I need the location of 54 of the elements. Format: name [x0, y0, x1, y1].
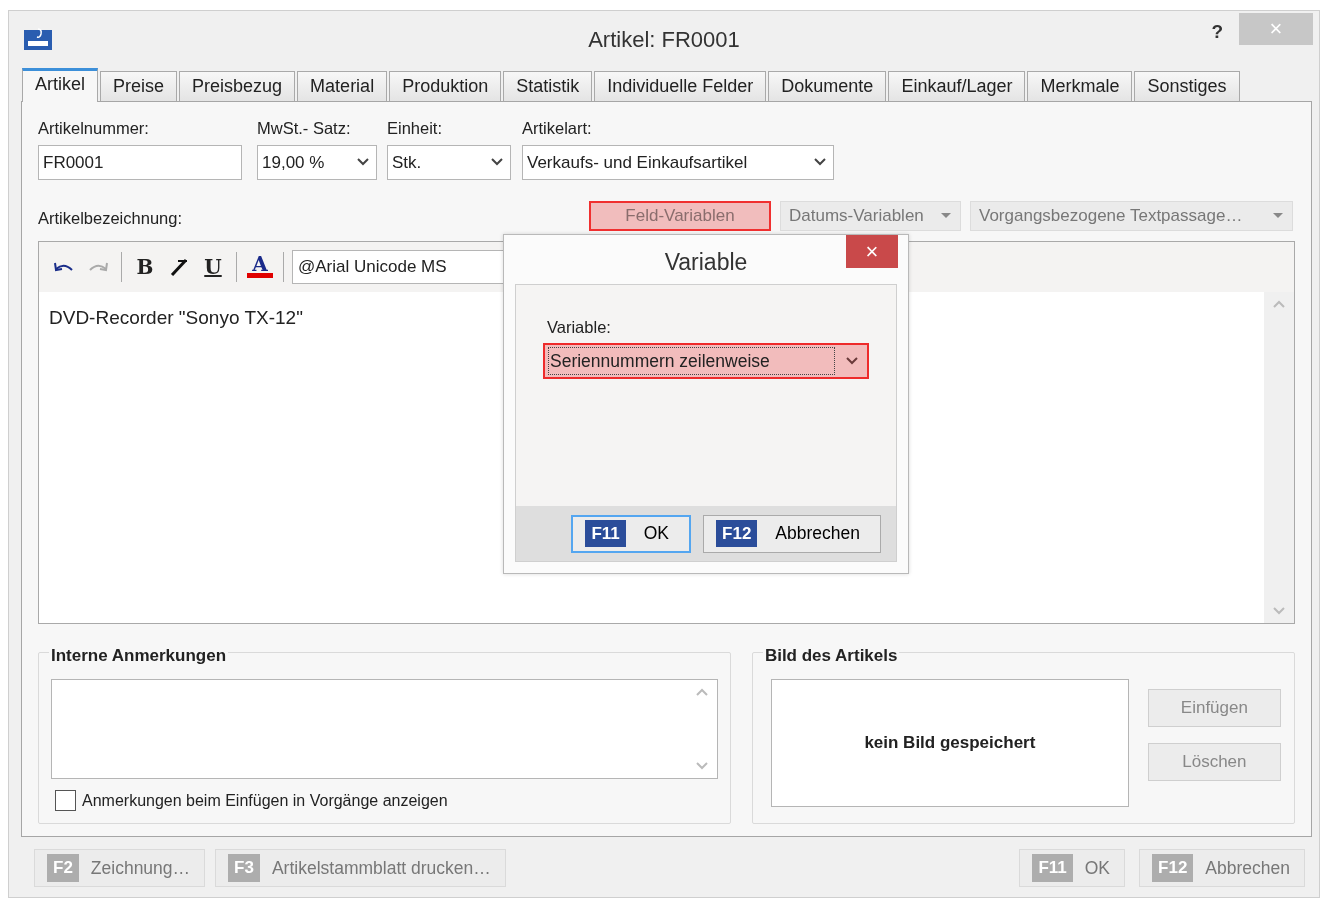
- ok-button[interactable]: F11 OK: [571, 514, 692, 553]
- dialog-title: Variable: [664, 248, 748, 277]
- field-label: Variable:: [547, 317, 612, 338]
- tab[interactable]: Merkmale: [1027, 71, 1133, 101]
- scroll-down-icon: [1272, 605, 1286, 615]
- tab[interactable]: Produktion: [389, 71, 502, 101]
- app-logo-icon: [24, 27, 52, 50]
- tab[interactable]: Individuelle Felder: [594, 71, 767, 101]
- tab[interactable]: Dokumente: [768, 71, 887, 101]
- tab[interactable]: Preisbezug: [179, 71, 296, 101]
- notes-field[interactable]: [51, 678, 718, 779]
- footer-button[interactable]: F2 Zeichnung…: [34, 849, 206, 887]
- dropdown-field[interactable]: Stk.: [387, 144, 511, 180]
- footer-button[interactable]: F11 OK: [1019, 849, 1126, 887]
- scroll-up-icon: [1272, 299, 1286, 309]
- field-label: Artikelbezeichnung:: [38, 208, 182, 229]
- field-label: Artikelnummer:: [38, 118, 150, 139]
- caret-down-icon: [1272, 212, 1284, 220]
- tab[interactable]: Preise: [100, 71, 178, 101]
- chevron-down-icon: [845, 355, 859, 366]
- tab[interactable]: Statistik: [503, 71, 593, 101]
- editor-text: DVD-Recorder "Sonyo TX-12": [49, 305, 303, 330]
- underline-button[interactable]: U: [196, 249, 230, 284]
- field-label: Artikelart:: [522, 118, 593, 139]
- input-field[interactable]: FR0001: [38, 144, 242, 180]
- font-color-button[interactable]: A: [243, 249, 277, 284]
- dropdown-field[interactable]: Seriennummern zeilenweise: [543, 342, 869, 379]
- footer-button[interactable]: F12 Abbrechen: [1139, 849, 1305, 887]
- scroll-down-icon: [694, 760, 709, 770]
- field-label: Einheit:: [387, 118, 444, 139]
- close-button[interactable]: ×: [846, 235, 898, 268]
- window-title: Artikel: FR0001: [588, 26, 740, 54]
- footer-button[interactable]: F3 Artikelstammblatt drucken…: [215, 849, 506, 887]
- dropdown-field[interactable]: Verkaufs- und Einkaufsartikel: [522, 144, 834, 180]
- dropdown-button[interactable]: Datums-Variablen: [780, 200, 961, 231]
- caret-down-icon: [940, 212, 952, 220]
- dropdown-button[interactable]: Vorgangsbezogene Textpassage…: [970, 200, 1293, 231]
- tab[interactable]: Sonstiges: [1134, 71, 1240, 101]
- help-button[interactable]: ?: [1205, 17, 1229, 48]
- chevron-down-icon: [813, 157, 827, 168]
- chevron-down-icon: [356, 157, 370, 168]
- bold-button[interactable]: B: [128, 249, 162, 284]
- tab[interactable]: Einkauf/Lager: [888, 71, 1026, 101]
- checkbox[interactable]: [55, 790, 76, 812]
- checkbox-label: Anmerkungen beim Einfügen in Vorgänge anzeigen: [82, 790, 448, 811]
- chevron-down-icon: [490, 157, 504, 168]
- dropdown-field[interactable]: 19,00 %: [257, 144, 377, 180]
- italic-icon: [169, 257, 189, 276]
- no-image-text: kein Bild gespeichert: [770, 678, 1129, 807]
- tab[interactable]: Material: [297, 71, 388, 101]
- cancel-button[interactable]: F12 Abbrechen: [703, 514, 881, 553]
- scroll-up-icon: [694, 687, 709, 697]
- tab[interactable]: Artikel: [22, 68, 98, 102]
- field-label: MwSt.- Satz:: [257, 118, 352, 139]
